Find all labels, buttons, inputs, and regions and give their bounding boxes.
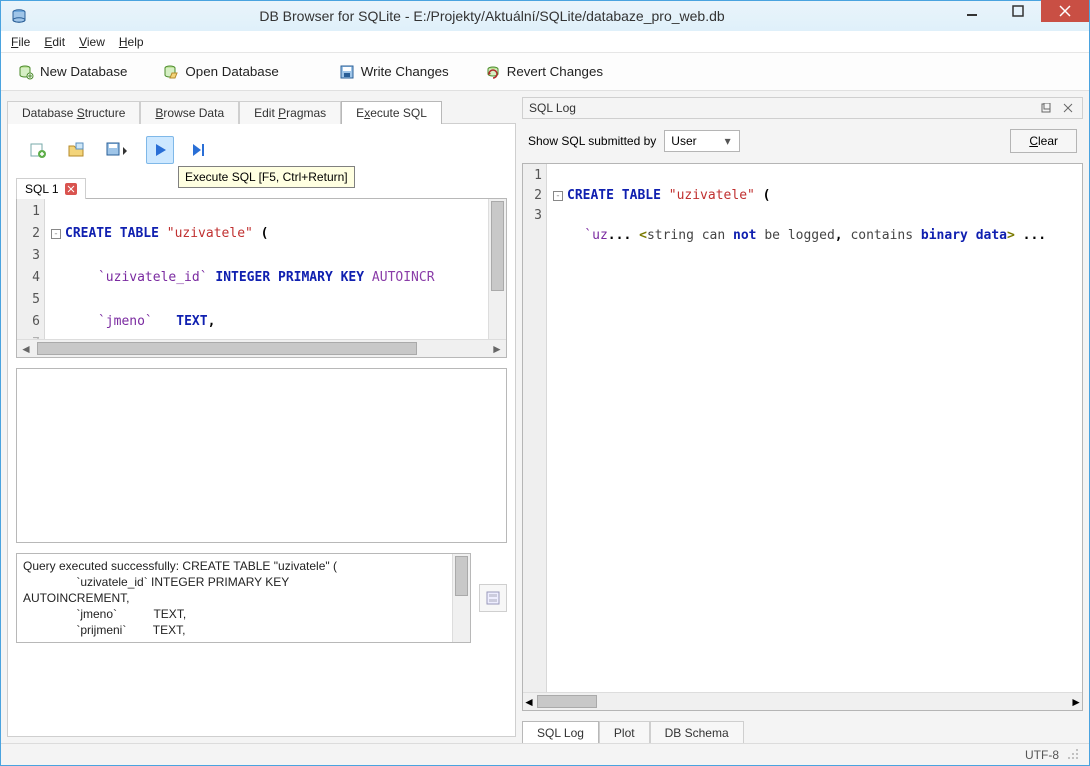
execute-sql-panel: Execute SQL [F5, Ctrl+Return] SQL 1 1 2 [7, 123, 516, 737]
sql-toolbar: Execute SQL [F5, Ctrl+Return] [16, 132, 507, 174]
open-database-button[interactable]: Open Database [152, 59, 289, 85]
close-sql-tab-icon[interactable] [65, 183, 77, 195]
tab-browse-data[interactable]: Browse Data [140, 101, 239, 124]
open-database-icon [163, 64, 179, 80]
right-bottom-tabs: SQL Log Plot DB Schema [522, 717, 1083, 743]
sql-log-dock-title: SQL Log [522, 97, 1083, 119]
menu-bar: File Edit View Help [1, 31, 1089, 53]
window-title: DB Browser for SQLite - E:/Projekty/Aktu… [35, 8, 949, 24]
sql-log-toolbar: Show SQL submitted by User ▾ Clear [522, 119, 1083, 163]
tab-edit-pragmas[interactable]: Edit Pragmas [239, 101, 341, 124]
editor-gutter: 1 2 3 4 5 6 7 [17, 199, 45, 339]
close-button[interactable] [1041, 0, 1089, 22]
new-sql-tab-button[interactable] [24, 136, 52, 164]
left-pane: Database Structure Browse Data Edit Prag… [1, 91, 516, 743]
open-database-label: Open Database [185, 64, 278, 79]
resize-grip-icon[interactable] [1067, 748, 1081, 762]
maximize-button[interactable] [995, 0, 1041, 22]
status-message-box: Query executed successfully: CREATE TABL… [16, 553, 471, 643]
editor-vertical-scrollbar[interactable] [488, 199, 506, 339]
write-changes-label: Write Changes [361, 64, 449, 79]
revert-changes-label: Revert Changes [507, 64, 603, 79]
revert-changes-button[interactable]: Revert Changes [474, 59, 614, 85]
status-message-text: Query executed successfully: CREATE TABL… [17, 554, 452, 642]
revert-changes-icon [485, 64, 501, 80]
tab-plot[interactable]: Plot [599, 721, 650, 743]
sql-log-editor[interactable]: 1 2 3 -CREATE TABLE "uzivatele" ( `uz...… [522, 163, 1083, 711]
menu-edit[interactable]: Edit [44, 35, 65, 49]
sql-log-title-label: SQL Log [529, 101, 1032, 115]
dock-close-icon[interactable] [1060, 100, 1076, 116]
main-area: Database Structure Browse Data Edit Prag… [1, 91, 1089, 743]
dock-float-icon[interactable] [1038, 100, 1054, 116]
new-database-button[interactable]: New Database [7, 59, 138, 85]
clear-log-button[interactable]: Clear [1010, 129, 1077, 153]
right-pane: SQL Log Show SQL submitted by User ▾ Cle… [522, 91, 1089, 743]
encoding-label: UTF-8 [1025, 748, 1059, 762]
write-changes-button[interactable]: Write Changes [328, 59, 460, 85]
submitted-by-combo[interactable]: User ▾ [664, 130, 739, 152]
write-changes-icon [339, 64, 355, 80]
app-icon [11, 8, 27, 24]
log-code: -CREATE TABLE "uzivatele" ( `uz... <stri… [547, 164, 1082, 692]
editor-code[interactable]: -CREATE TABLE "uzivatele" ( `uzivatele_i… [45, 199, 488, 339]
window-controls [949, 1, 1089, 31]
main-toolbar: New Database Open Database Write Changes… [1, 53, 1089, 91]
menu-file[interactable]: File [11, 35, 30, 49]
log-gutter: 1 2 3 [523, 164, 547, 692]
execute-current-line-button[interactable] [184, 136, 212, 164]
combo-caret-icon: ▾ [721, 134, 735, 148]
new-database-icon [18, 64, 34, 80]
filter-label: Show SQL submitted by [528, 134, 656, 148]
menu-help[interactable]: Help [119, 35, 144, 49]
sql-editor[interactable]: 1 2 3 4 5 6 7 -CREATE TABLE "uzivatele" … [16, 198, 507, 358]
sql-tab-1[interactable]: SQL 1 [16, 178, 86, 199]
status-bar: UTF-8 [1, 743, 1089, 765]
log-horizontal-scrollbar[interactable]: ◄► [523, 692, 1082, 710]
tab-execute-sql[interactable]: Execute SQL [341, 101, 442, 124]
left-tabs: Database Structure Browse Data Edit Prag… [7, 97, 516, 123]
submitted-by-value: User [671, 134, 696, 148]
sql-tab-1-label: SQL 1 [25, 182, 59, 196]
results-grid-placeholder [16, 368, 507, 543]
title-bar: DB Browser for SQLite - E:/Projekty/Aktu… [1, 1, 1089, 31]
minimize-button[interactable] [949, 0, 995, 22]
execute-sql-button[interactable] [146, 136, 174, 164]
menu-view[interactable]: View [79, 35, 105, 49]
save-sql-button[interactable] [100, 136, 136, 164]
tab-database-structure[interactable]: Database Structure [7, 101, 140, 124]
new-database-label: New Database [40, 64, 127, 79]
execute-sql-tooltip: Execute SQL [F5, Ctrl+Return] [178, 166, 355, 188]
editor-horizontal-scrollbar[interactable]: ◄► [17, 339, 506, 357]
save-results-button[interactable] [479, 584, 507, 612]
open-sql-file-button[interactable] [62, 136, 90, 164]
tab-db-schema[interactable]: DB Schema [650, 721, 744, 743]
status-scrollbar[interactable] [452, 554, 470, 642]
app-window: DB Browser for SQLite - E:/Projekty/Aktu… [0, 0, 1090, 766]
tab-sql-log[interactable]: SQL Log [522, 721, 599, 743]
